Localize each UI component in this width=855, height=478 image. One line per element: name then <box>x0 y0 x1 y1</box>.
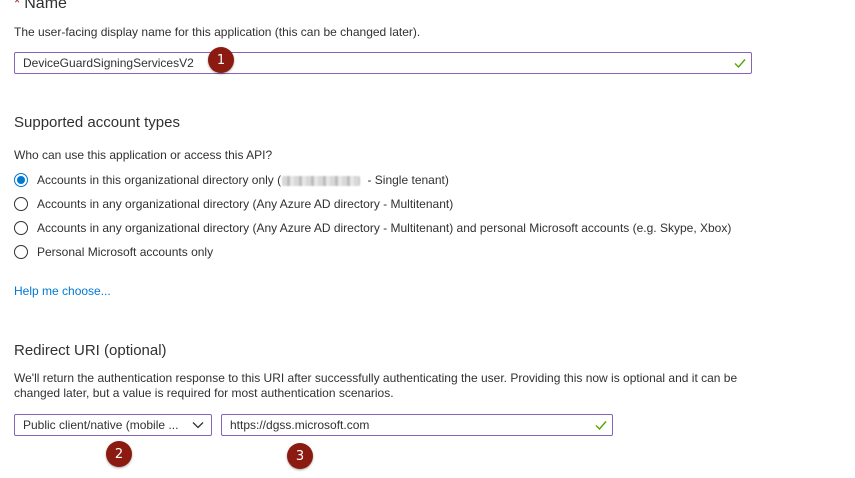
chevron-down-icon <box>192 422 204 429</box>
name-description: The user-facing display name for this ap… <box>14 25 421 39</box>
redirect-uri-description: We'll return the authentication response… <box>14 371 738 400</box>
required-marker: * <box>14 0 21 12</box>
redirect-uri-heading: Redirect URI (optional) <box>14 342 167 359</box>
platform-dropdown-value: Public client/native (mobile ... <box>23 418 179 432</box>
help-me-choose-link[interactable]: Help me choose... <box>14 284 111 298</box>
callout-badge-3: 3 <box>287 443 313 469</box>
platform-dropdown[interactable]: Public client/native (mobile ... <box>14 414 212 436</box>
radio-label-single-tenant-prefix: Accounts in this organizational director… <box>37 173 282 187</box>
name-heading: * Name <box>14 0 67 13</box>
name-input[interactable]: DeviceGuardSigningServicesV2 <box>14 52 752 74</box>
name-heading-label: Name <box>24 0 67 12</box>
radio-label-personal-only: Personal Microsoft accounts only <box>37 245 214 259</box>
redacted-tenant-name <box>282 175 361 186</box>
callout-badge-2: 2 <box>106 441 132 467</box>
checkmark-icon <box>734 59 746 69</box>
callout-badge-1: 1 <box>208 47 234 73</box>
radio-label-single-tenant: Accounts in this organizational director… <box>37 173 449 187</box>
radio-option-single-tenant[interactable]: Accounts in this organizational director… <box>14 171 449 189</box>
radio-button[interactable] <box>14 221 28 235</box>
radio-option-multitenant[interactable]: Accounts in any organizational directory… <box>14 195 453 213</box>
radio-option-multitenant-personal[interactable]: Accounts in any organizational directory… <box>14 219 731 237</box>
redirect-uri-input[interactable]: https://dgss.microsoft.com <box>221 414 613 436</box>
radio-option-personal-only[interactable]: Personal Microsoft accounts only <box>14 243 213 261</box>
radio-label-multitenant: Accounts in any organizational directory… <box>37 197 454 211</box>
checkmark-icon <box>595 421 607 431</box>
radio-button[interactable] <box>14 245 28 259</box>
radio-label-single-tenant-suffix: - Single tenant) <box>364 173 449 187</box>
name-input-value: DeviceGuardSigningServicesV2 <box>23 56 194 70</box>
radio-button-selected[interactable] <box>14 173 28 187</box>
radio-label-multitenant-personal: Accounts in any organizational directory… <box>37 221 732 235</box>
account-types-heading: Supported account types <box>14 114 180 131</box>
radio-button[interactable] <box>14 197 28 211</box>
account-types-question: Who can use this application or access t… <box>14 148 273 162</box>
redirect-uri-input-value: https://dgss.microsoft.com <box>230 418 370 432</box>
